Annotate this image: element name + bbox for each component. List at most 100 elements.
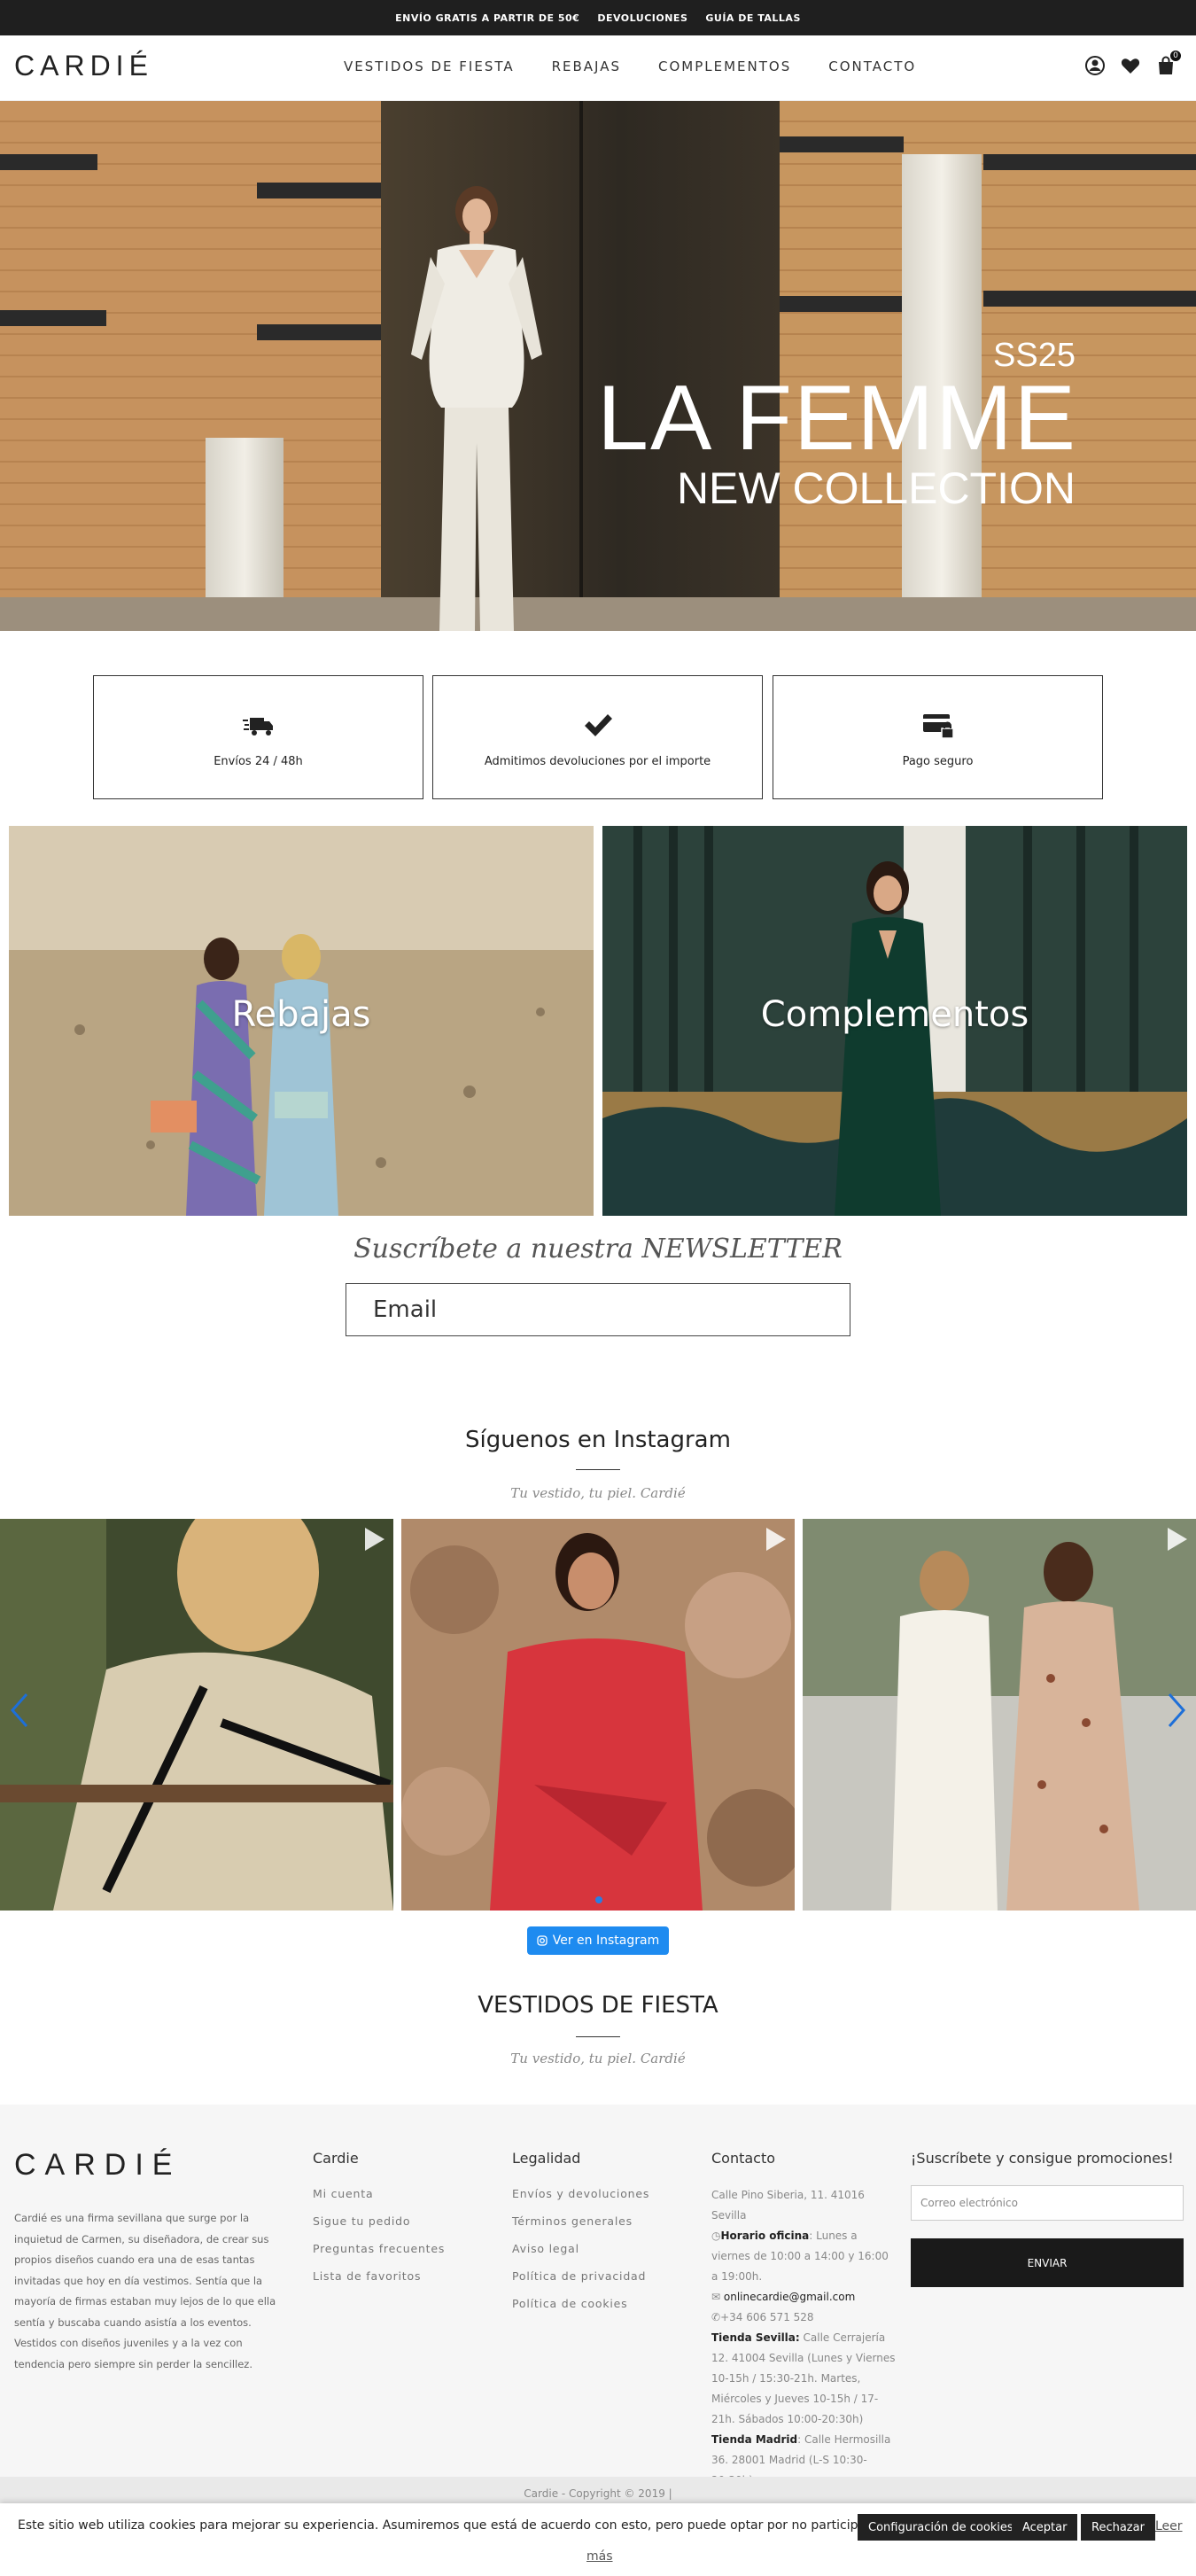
footer-link-favoritos[interactable]: Lista de favoritos [313, 2269, 421, 2283]
header-icons: 0 [1084, 50, 1182, 76]
instagram-post-image [0, 1519, 393, 1911]
category-complementos[interactable]: Complementos [602, 826, 1187, 1216]
hero-wall-left [0, 101, 381, 631]
hero-title: LA FEMME [597, 367, 1077, 470]
footer-link-mi-cuenta[interactable]: Mi cuenta [313, 2187, 373, 2200]
footer-subscribe-heading: ¡Suscríbete y consigue promociones! [911, 2150, 1174, 2167]
hero-tile-band [780, 136, 904, 152]
footer-link-terminos[interactable]: Términos generales [512, 2214, 633, 2228]
hero-door-seam [579, 101, 583, 631]
user-icon[interactable] [1084, 55, 1106, 76]
contact-address: Calle Pino Siberia, 11. 41016 Sevilla [711, 2189, 865, 2222]
instagram-post-image [401, 1519, 795, 1911]
footer-link-aviso-legal[interactable]: Aviso legal [512, 2242, 579, 2255]
hero-model-figure [411, 186, 542, 631]
announcement-bar: ENVÍO GRATIS A PARTIR DE 50€ DEVOLUCIONE… [0, 0, 1196, 35]
cookie-read-more-link[interactable]: Leer [1155, 2519, 1183, 2533]
feature-payment: Pago seguro [773, 675, 1103, 799]
footer-link-sigue-pedido[interactable]: Sigue tu pedido [313, 2214, 410, 2228]
instagram-icon [537, 1935, 548, 1946]
hero-tile-band [0, 310, 106, 326]
instagram-post-image [803, 1519, 1196, 1911]
footer-send-button[interactable]: ENVIAR [911, 2238, 1184, 2287]
logo[interactable]: CARDIÉ [14, 50, 153, 82]
instagram-subtitle: Tu vestido, tu piel. Cardié [510, 1485, 686, 1501]
footer-logo[interactable]: CARDIÉ [14, 2148, 181, 2183]
carousel-prev-icon[interactable] [9, 1693, 30, 1728]
nav-complementos[interactable]: COMPLEMENTOS [658, 58, 791, 74]
carousel-dot[interactable] [595, 1896, 602, 1903]
carousel-next-icon[interactable] [1166, 1693, 1187, 1728]
phone-icon: ✆ [711, 2311, 721, 2323]
main-nav: VESTIDOS DE FIESTA REBAJAS COMPLEMENTOS … [344, 58, 916, 74]
hero-tile-band [983, 291, 1196, 307]
hero-tile-band [257, 183, 381, 198]
video-play-icon [1168, 1528, 1187, 1551]
footer-about-text: Cardié es una firma sevillana que surge … [14, 2212, 276, 2370]
feature-shipping-label: Envíos 24 / 48h [214, 754, 303, 768]
hero-tile-band [0, 154, 97, 170]
footer-contact-info: Calle Pino Siberia, 11. 41016 Sevilla ◷H… [711, 2185, 897, 2491]
feature-returns-label: Admitimos devoluciones por el importe [484, 754, 711, 768]
nav-vestidos-de-fiesta[interactable]: VESTIDOS DE FIESTA [344, 58, 515, 74]
footer-contact-heading: Contacto [711, 2150, 776, 2167]
nav-rebajas[interactable]: REBAJAS [552, 58, 621, 74]
instagram-title: Síguenos en Instagram [465, 1427, 731, 1453]
footer-link-envios[interactable]: Envíos y devoluciones [512, 2187, 649, 2200]
video-play-icon [365, 1528, 384, 1551]
bag-icon[interactable]: 0 [1155, 50, 1182, 76]
checkmark-icon [584, 713, 612, 736]
size-guide-link[interactable]: GUÍA DE TALLAS [705, 12, 801, 24]
newsletter-title: Suscríbete a nuestra NEWSLETTER [353, 1234, 843, 1265]
hero-subtitle: NEW COLLECTION [676, 463, 1076, 513]
hero-tile-band [983, 154, 1196, 170]
view-on-instagram-label: Ver en Instagram [552, 1934, 660, 1948]
view-on-instagram-button[interactable]: Ver en Instagram [527, 1926, 669, 1955]
fiesta-subtitle: Tu vestido, tu piel. Cardié [510, 2051, 686, 2066]
fiesta-title: VESTIDOS DE FIESTA [478, 1992, 718, 2019]
hero-tile-band [257, 324, 381, 340]
cookie-settings-button[interactable]: Configuración de cookies [858, 2514, 1024, 2541]
cookie-accept-button[interactable]: Aceptar [1012, 2514, 1078, 2541]
footer-cardie-heading: Cardie [313, 2150, 359, 2167]
category-rebajas-label: Rebajas [231, 994, 371, 1035]
nav-contacto[interactable]: CONTACTO [828, 58, 916, 74]
hero-ground [0, 597, 1196, 631]
hero-wall-right [780, 101, 1196, 631]
category-rebajas[interactable]: Rebajas [9, 826, 594, 1216]
cookie-read-more-link-continued[interactable]: más [586, 2549, 613, 2564]
hero-tile-band [780, 296, 904, 312]
instagram-post[interactable] [401, 1519, 795, 1911]
footer-link-privacidad[interactable]: Política de privacidad [512, 2269, 646, 2283]
instagram-post[interactable] [803, 1519, 1196, 1911]
newsletter-email-input[interactable]: Email [346, 1283, 850, 1336]
hero-banner[interactable]: SS25 LA FEMME NEW COLLECTION [0, 101, 1196, 631]
fiesta-divider [576, 2036, 620, 2037]
footer-legal-heading: Legalidad [512, 2150, 581, 2167]
free-shipping-link[interactable]: ENVÍO GRATIS A PARTIR DE 50€ [395, 12, 579, 24]
cookie-banner: Este sitio web utiliza cookies para mejo… [0, 2503, 1196, 2576]
site-header: CARDIÉ VESTIDOS DE FIESTA REBAJAS COMPLE… [0, 35, 1196, 101]
clock-icon: ◷ [711, 2230, 721, 2242]
contact-email[interactable]: ✉ onlinecardie@gmail.com [711, 2287, 897, 2308]
delivery-truck-icon [242, 717, 273, 735]
mail-icon: ✉ [711, 2291, 724, 2303]
returns-link[interactable]: DEVOLUCIONES [597, 12, 687, 24]
footer-link-faq[interactable]: Preguntas frecuentes [313, 2242, 445, 2255]
instagram-post[interactable] [0, 1519, 393, 1911]
feature-shipping: Envíos 24 / 48h [93, 675, 423, 799]
cookie-reject-button[interactable]: Rechazar [1081, 2514, 1155, 2541]
contact-hours: ◷Horario oficina: Lunes a viernes de 10:… [711, 2230, 889, 2283]
feature-returns: Admitimos devoluciones por el importe [432, 675, 763, 799]
contact-phone[interactable]: ✆+34 606 571 528 [711, 2308, 897, 2328]
credit-card-lock-icon [922, 713, 954, 739]
instagram-divider [576, 1469, 620, 1470]
cart-count-badge: 0 [1169, 50, 1182, 62]
footer-link-cookies[interactable]: Política de cookies [512, 2297, 627, 2310]
footer-email-input[interactable]: Correo electrónico [911, 2185, 1184, 2221]
video-play-icon [766, 1528, 786, 1551]
heart-icon[interactable] [1120, 55, 1141, 76]
cookie-text: Este sitio web utiliza cookies para mejo… [18, 2518, 945, 2533]
feature-payment-label: Pago seguro [902, 754, 974, 768]
contact-sevilla-store: Tienda Sevilla: Calle Cerrajería 12. 410… [711, 2331, 896, 2425]
